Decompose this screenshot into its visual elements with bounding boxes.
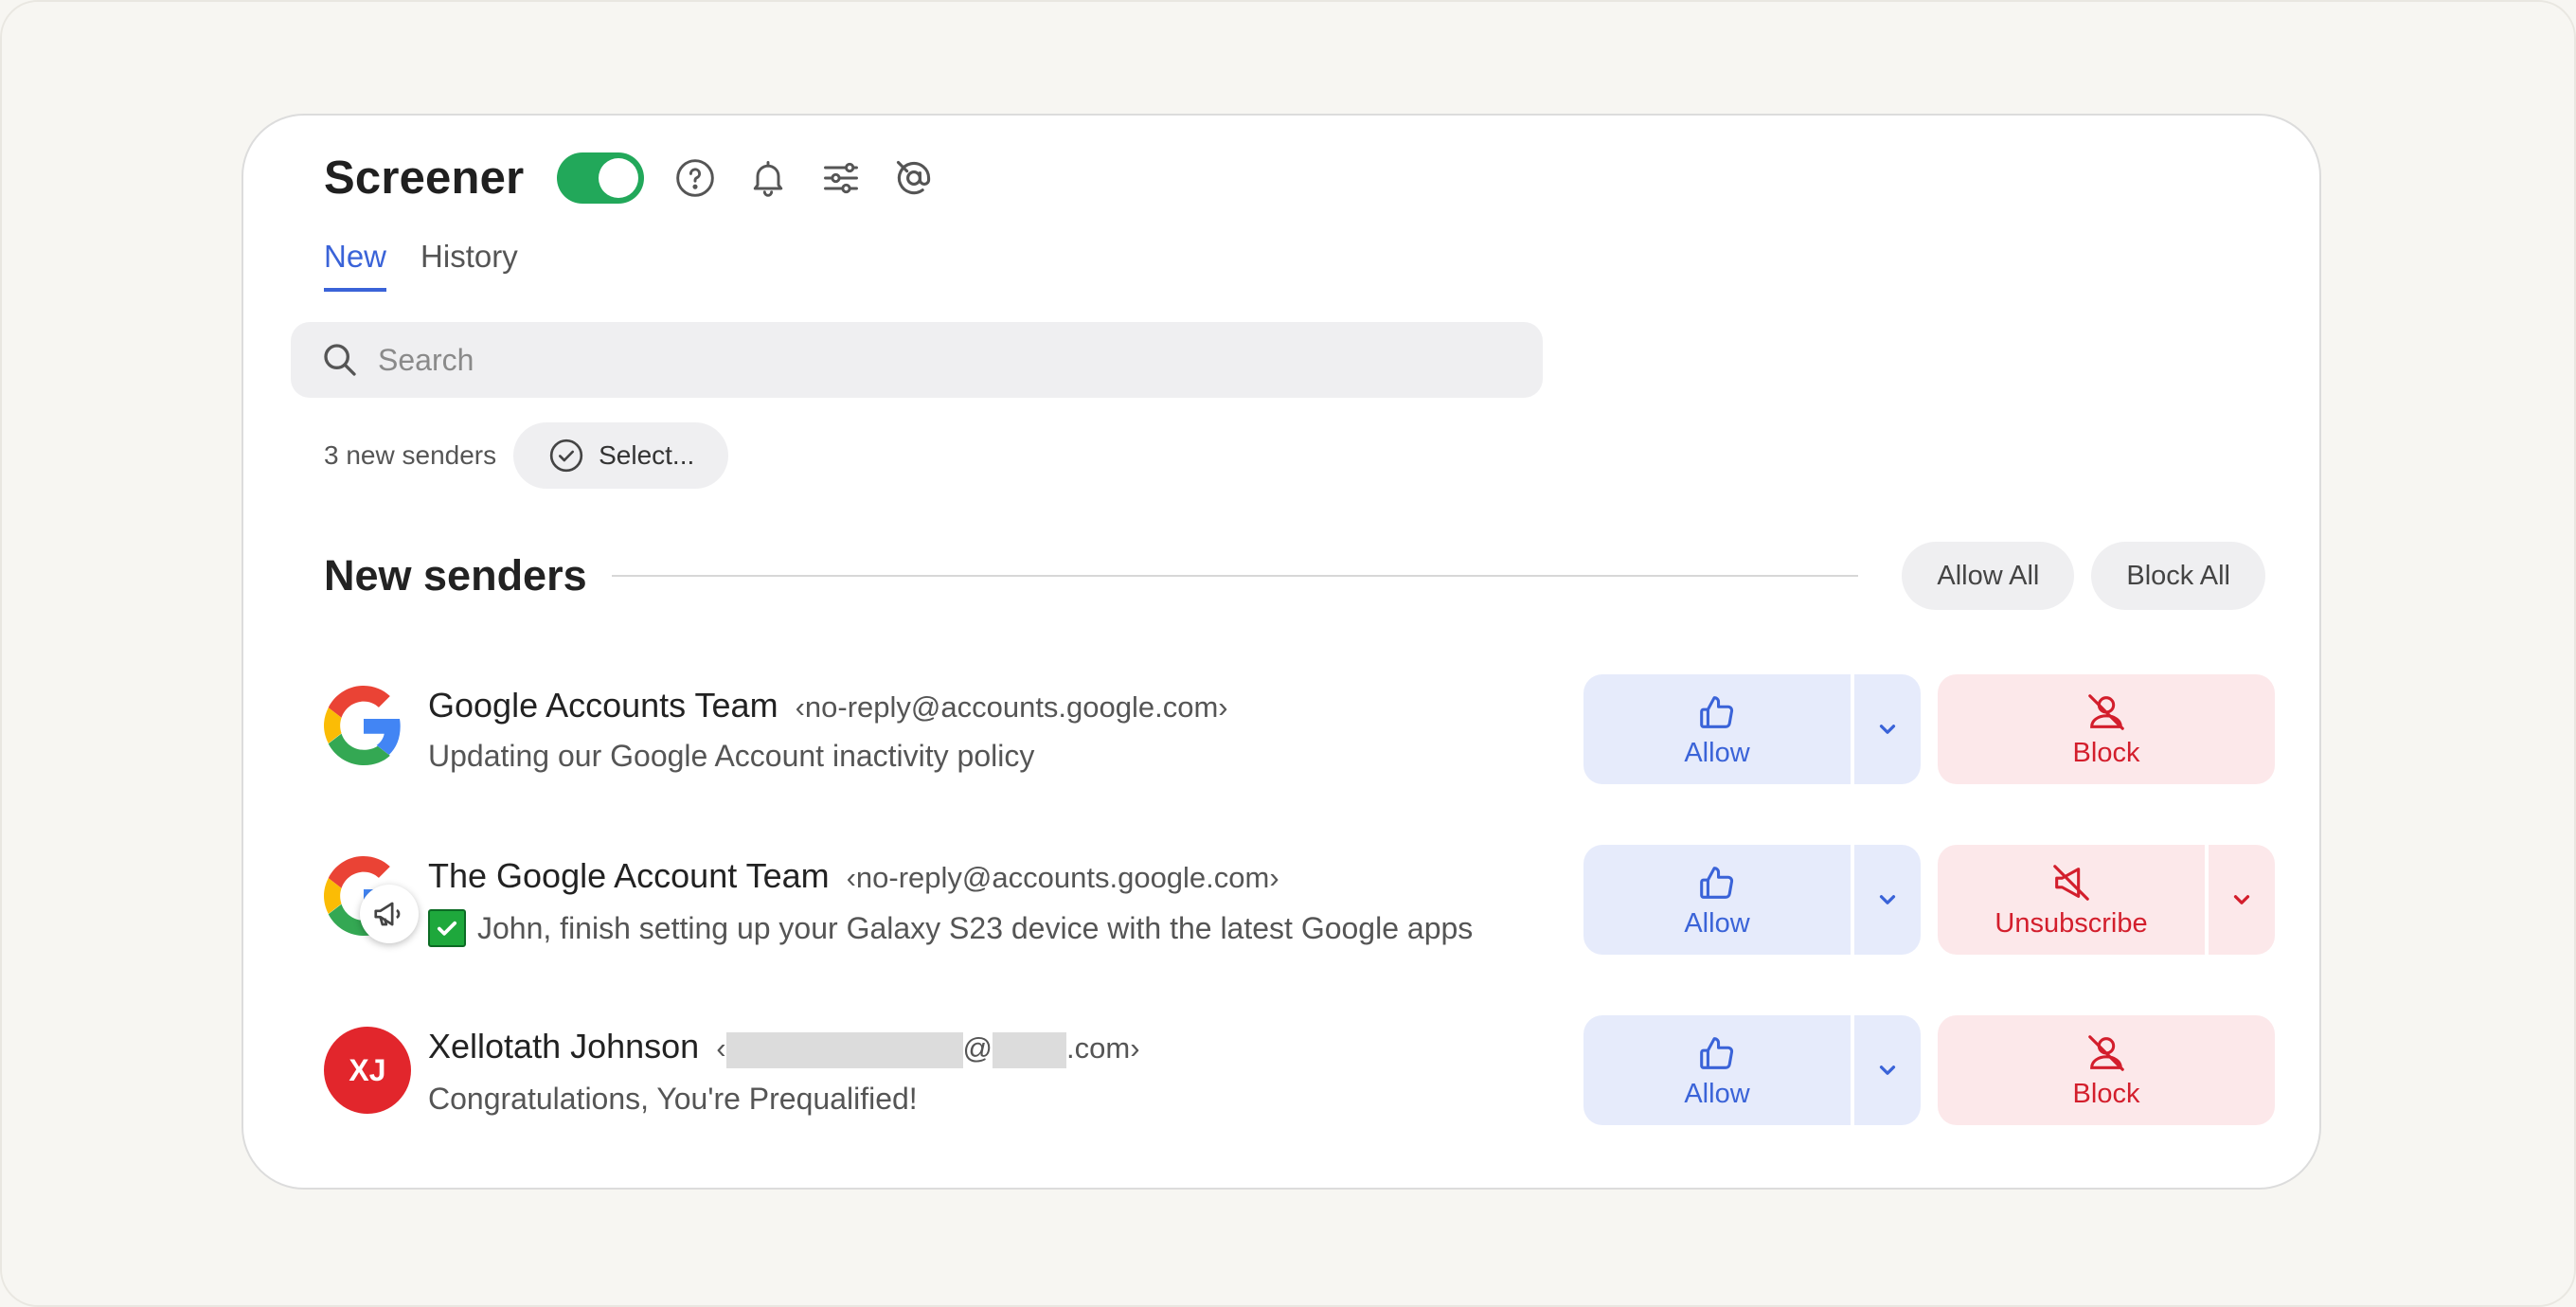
megaphone-off-icon xyxy=(2053,864,2089,901)
user-off-icon xyxy=(2088,693,2124,730)
allow-all-button[interactable]: Allow All xyxy=(1902,542,2075,610)
block-label: Block xyxy=(2072,1078,2140,1109)
google-logo-icon xyxy=(324,856,419,943)
sender-row: The Google Account Team ‹no-reply@accoun… xyxy=(324,845,2275,955)
header: Screener xyxy=(324,152,936,205)
chevron-down-icon xyxy=(1879,725,1896,734)
thumbs-up-icon xyxy=(1700,866,1734,899)
email-domain-suffix: .com› xyxy=(1066,1031,1140,1065)
allow-button[interactable]: Allow xyxy=(1583,1015,1851,1125)
allow-dropdown-button[interactable] xyxy=(1854,674,1921,784)
row-actions: Allow Block xyxy=(1583,674,2275,784)
chevron-down-icon xyxy=(1879,895,1896,904)
search-icon xyxy=(324,344,356,376)
user-off-icon xyxy=(2088,1034,2124,1071)
tab-new[interactable]: New xyxy=(324,239,387,292)
screener-toggle[interactable] xyxy=(557,152,645,204)
block-button[interactable]: Block xyxy=(1938,674,2275,784)
redacted-block xyxy=(993,1031,1067,1068)
new-senders-header: New senders Allow All Block All xyxy=(324,542,2265,610)
divider xyxy=(611,575,1859,577)
check-circle-icon xyxy=(549,439,583,473)
row-actions: Allow Unsubscribe xyxy=(1583,845,2275,955)
thumbs-up-icon xyxy=(1700,695,1734,728)
block-label: Block xyxy=(2072,737,2140,768)
megaphone-icon xyxy=(360,885,419,943)
chevron-down-icon xyxy=(1879,1065,1896,1075)
sender-info: Xellotath Johnson ‹ @ .com› Congratulation… xyxy=(428,1027,1140,1117)
allow-dropdown-button[interactable] xyxy=(1854,1015,1921,1125)
thumbs-up-icon xyxy=(1700,1036,1734,1069)
block-button[interactable]: Block xyxy=(1938,1015,2275,1125)
email-at: @ xyxy=(962,1031,993,1065)
avatar: XJ xyxy=(324,1027,411,1114)
sender-name: Google Accounts Team xyxy=(428,686,778,725)
block-all-button[interactable]: Block All xyxy=(2091,542,2265,610)
unsubscribe-dropdown-button[interactable] xyxy=(2209,845,2275,955)
sender-row: Google Accounts Team ‹no-reply@accounts.… xyxy=(324,674,2275,784)
search-input[interactable] xyxy=(376,341,1497,379)
sender-count: 3 new senders xyxy=(324,440,497,470)
allow-label: Allow xyxy=(1684,907,1750,939)
section-title: New senders xyxy=(324,551,587,600)
sender-name: The Google Account Team xyxy=(428,856,830,895)
sender-row: XJ Xellotath Johnson ‹ @ .com› Congratulat… xyxy=(324,1015,2275,1125)
toggle-knob xyxy=(599,158,639,198)
allow-button[interactable]: Allow xyxy=(1583,845,1851,955)
sender-email: ‹ @ .com› xyxy=(716,1031,1140,1068)
help-icon[interactable] xyxy=(673,156,717,200)
sender-email: ‹no-reply@accounts.google.com› xyxy=(846,861,1279,894)
sender-meta: 3 new senders Select... xyxy=(324,422,729,489)
tab-bar: New History xyxy=(324,239,518,292)
redacted-block xyxy=(725,1031,963,1068)
unsubscribe-button[interactable]: Unsubscribe xyxy=(1938,845,2205,955)
select-button[interactable]: Select... xyxy=(513,422,729,489)
avatar-initials: XJ xyxy=(324,1027,411,1114)
email-subject: John, finish setting up your Galaxy S23 … xyxy=(477,910,1474,945)
allow-dropdown-button[interactable] xyxy=(1854,845,1921,955)
search-bar xyxy=(291,322,1543,398)
email-subject: Congratulations, You're Prequalified! xyxy=(428,1081,918,1116)
sender-info: Google Accounts Team ‹no-reply@accounts.… xyxy=(428,686,1228,774)
page-title: Screener xyxy=(324,152,525,204)
filters-icon[interactable] xyxy=(819,156,863,200)
select-button-label: Select... xyxy=(599,440,695,470)
checkmark-emoji-icon xyxy=(428,909,466,947)
sender-email: ‹no-reply@accounts.google.com› xyxy=(795,690,1228,724)
email-open-bracket: ‹ xyxy=(716,1031,726,1065)
allow-label: Allow xyxy=(1684,1078,1750,1109)
allow-label: Allow xyxy=(1684,737,1750,768)
bell-icon[interactable] xyxy=(746,156,790,200)
sender-name: Xellotath Johnson xyxy=(428,1027,700,1065)
allow-button[interactable]: Allow xyxy=(1583,674,1851,784)
tab-history[interactable]: History xyxy=(420,239,518,292)
screener-panel: Screener New History 3 new senders Selec… xyxy=(242,114,2321,1190)
sender-info: The Google Account Team ‹no-reply@accoun… xyxy=(428,856,1473,947)
at-sign-off-icon[interactable] xyxy=(892,156,936,200)
chevron-down-icon xyxy=(2233,895,2250,904)
unsubscribe-label: Unsubscribe xyxy=(1995,907,2148,939)
google-logo-icon xyxy=(324,686,411,773)
email-subject: Updating our Google Account inactivity p… xyxy=(428,739,1035,773)
row-actions: Allow Block xyxy=(1583,1015,2275,1125)
